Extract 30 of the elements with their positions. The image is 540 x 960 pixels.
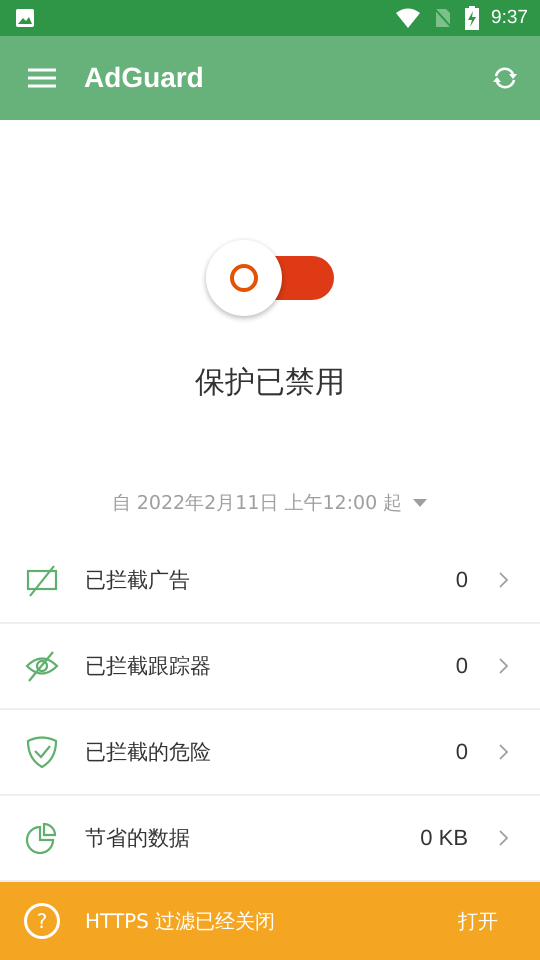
banner-message: HTTPS 过滤已经关闭: [85, 908, 276, 934]
chevron-right-icon: [498, 657, 510, 675]
menu-icon[interactable]: [27, 67, 57, 89]
app-title: AdGuard: [84, 62, 204, 94]
stat-label: 已拦截的危险: [85, 739, 212, 766]
stat-label: 已拦截跟踪器: [85, 653, 212, 680]
protection-status: 保护已禁用: [195, 364, 345, 402]
stat-row[interactable]: 已拦截跟踪器 0: [0, 624, 540, 710]
protection-toggle[interactable]: [206, 240, 334, 316]
chevron-right-icon: [498, 829, 510, 847]
pie-chart-icon: [25, 821, 59, 855]
stat-label: 节省的数据: [85, 825, 191, 852]
help-icon: ?: [24, 903, 60, 939]
stat-value: 0: [456, 653, 468, 679]
chevron-right-icon: [498, 571, 510, 589]
clock-time: 9:37: [491, 7, 528, 29]
shield-check-icon: [25, 735, 59, 769]
battery-charging-icon: [465, 6, 480, 30]
stat-value: 0 KB: [420, 825, 468, 851]
stat-row[interactable]: 已拦截的危险 0: [0, 710, 540, 796]
stat-label: 已拦截广告: [85, 567, 191, 594]
wifi-icon: [395, 7, 422, 29]
stat-value: 0: [456, 739, 468, 765]
stat-value: 0: [456, 567, 468, 593]
chevron-right-icon: [498, 743, 510, 761]
dropdown-icon: [412, 498, 428, 508]
crossed-eye-icon: [25, 649, 59, 683]
image-icon: [14, 7, 36, 29]
stat-row[interactable]: 已拦截广告 0: [0, 538, 540, 624]
crossed-screen-icon: [25, 563, 59, 597]
